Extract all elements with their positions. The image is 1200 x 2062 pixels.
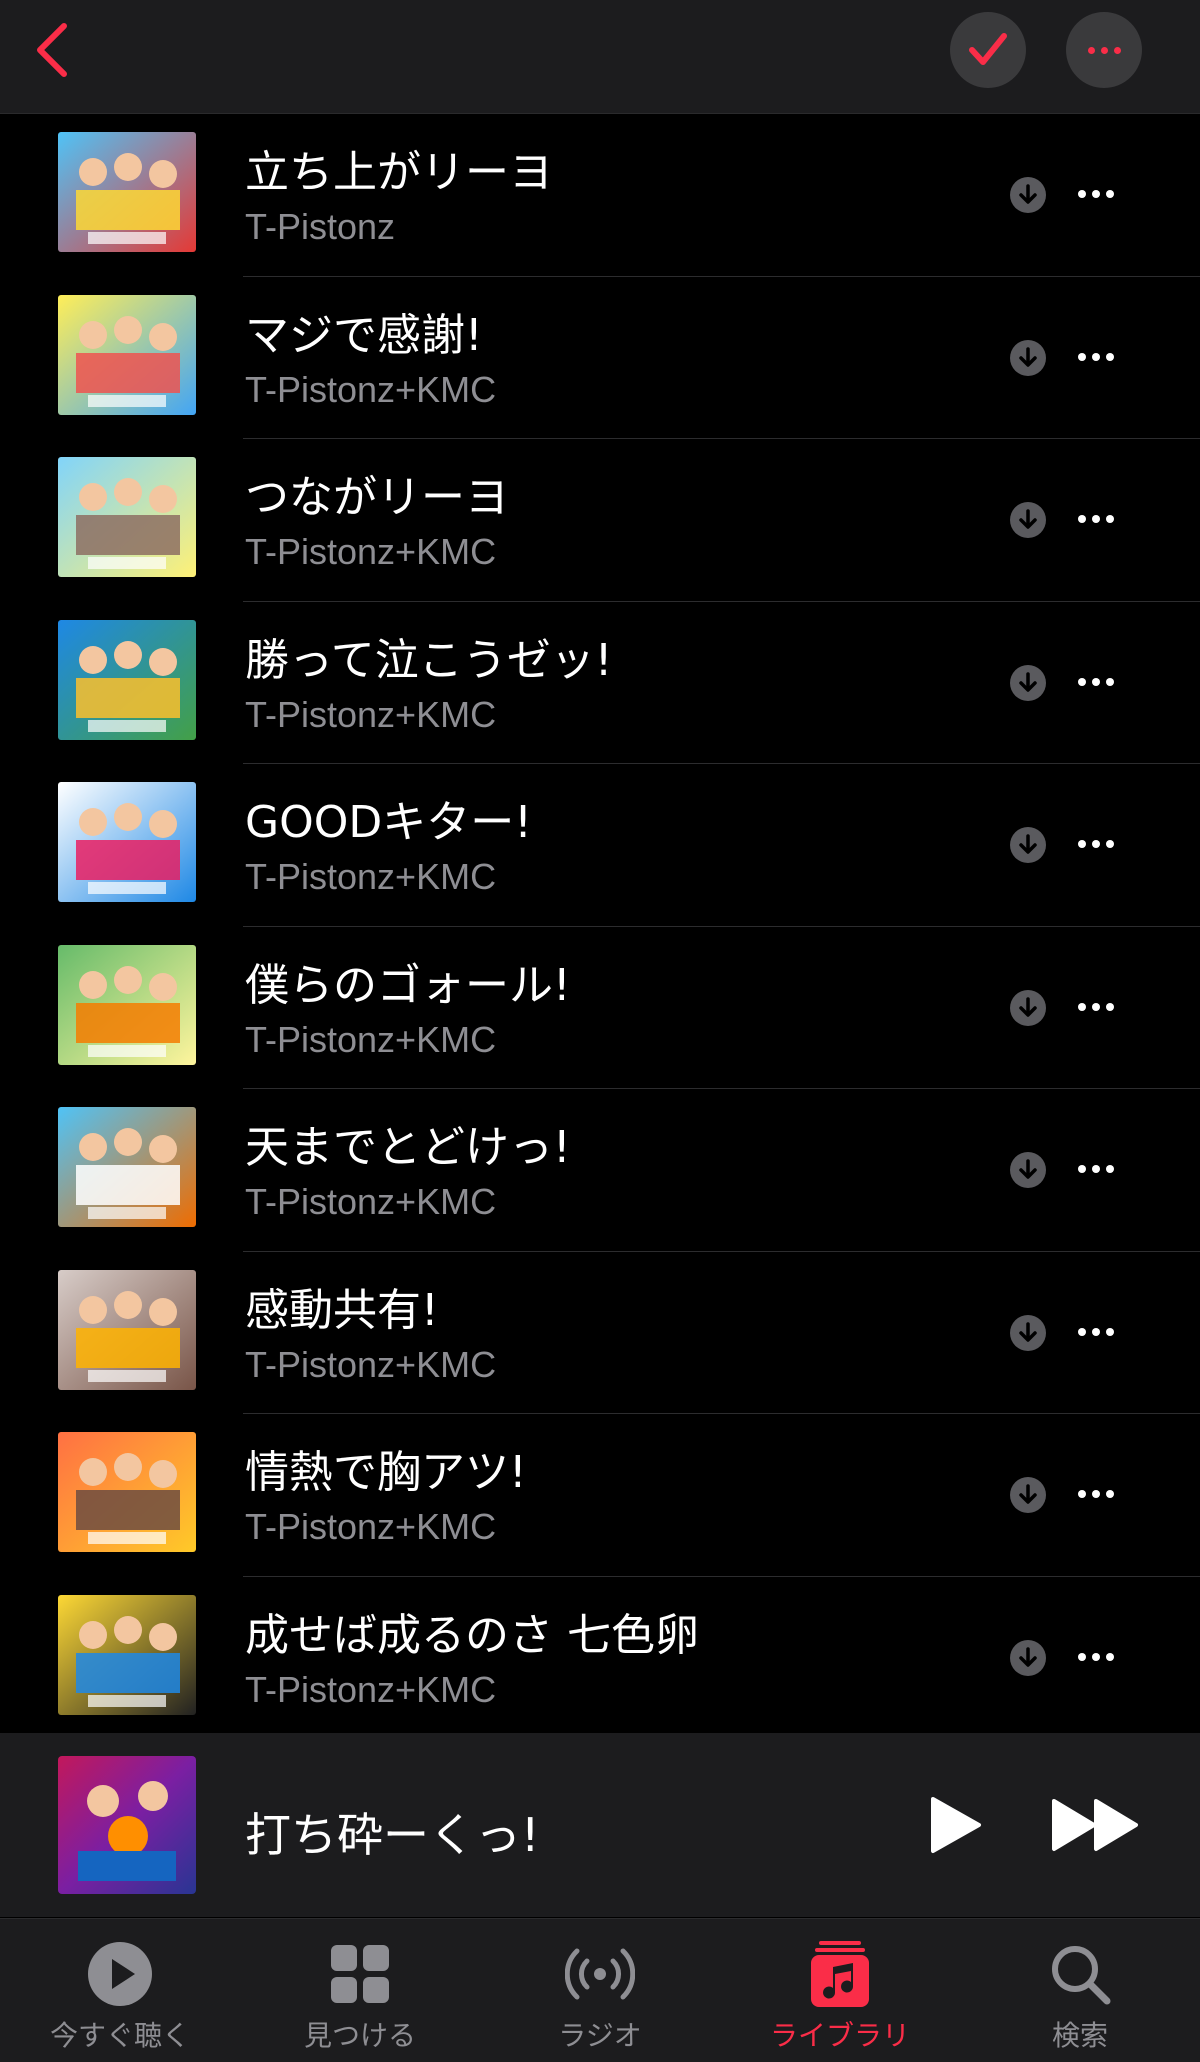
song-artist: T-Pistonz+KMC [245, 1018, 497, 1060]
mini-player[interactable]: 打ち砕ーくっ! [0, 1733, 1200, 1917]
tab-browse[interactable]: 見つける [240, 1919, 480, 2062]
select-button[interactable] [950, 12, 1026, 88]
tab-radio[interactable]: ラジオ [480, 1919, 720, 2062]
back-button[interactable] [30, 18, 80, 82]
song-artist: T-Pistonz [245, 206, 396, 247]
song-more-button[interactable] [1078, 1165, 1114, 1173]
song-more-button[interactable] [1078, 190, 1114, 198]
album-artwork [58, 619, 196, 740]
album-artwork [58, 132, 196, 252]
song-more-button[interactable] [1078, 840, 1114, 848]
download-icon[interactable] [1010, 827, 1046, 863]
search-icon [1045, 1939, 1115, 2009]
tab-label: ラジオ [558, 2019, 642, 2052]
tab-listen-now[interactable]: 今すぐ聴く [0, 1919, 240, 2062]
tab-bar: 今すぐ聴く 見つける ラジオ ライブラリ 検索 [0, 1918, 1200, 2062]
music-library-icon [805, 1939, 875, 2009]
now-playing-artwork [58, 1756, 196, 1894]
download-icon[interactable] [1010, 1152, 1046, 1188]
song-more-button[interactable] [1078, 352, 1114, 361]
song-row[interactable]: 立ち上がリーヨ T-Pistonz [0, 114, 1200, 277]
song-artist: T-Pistonz+KMC [245, 693, 497, 735]
song-row[interactable]: 感動共有! T-Pistonz+KMC [0, 1252, 1200, 1414]
radio-waves-icon [564, 1939, 636, 2009]
fast-forward-icon [1052, 1799, 1138, 1851]
nav-header [0, 0, 1200, 114]
song-artist: T-Pistonz+KMC [245, 531, 497, 572]
album-artwork [58, 1432, 196, 1552]
song-artist: T-Pistonz+KMC [245, 1506, 497, 1547]
more-options-button[interactable] [1066, 12, 1142, 88]
download-icon[interactable] [1010, 177, 1046, 213]
album-artwork [58, 944, 196, 1065]
now-playing-title: 打ち砕ーくっ! [245, 1808, 540, 1862]
song-row[interactable]: つながリーヨ T-Pistonz+KMC [0, 439, 1200, 602]
download-icon[interactable] [1010, 664, 1046, 701]
song-row[interactable]: 天までとどけっ! T-Pistonz+KMC [0, 1089, 1200, 1252]
song-more-button[interactable] [1078, 1327, 1114, 1336]
album-artwork [58, 782, 196, 902]
song-row[interactable]: 成せば成るのさ 七色卵 T-Pistonz+KMC [0, 1577, 1200, 1739]
song-title: つながリーヨ [245, 472, 509, 523]
download-icon[interactable] [1010, 502, 1046, 538]
song-title: 成せば成るのさ 七色卵 [245, 1609, 699, 1661]
tab-label: 見つける [303, 2019, 416, 2052]
play-circle-icon [85, 1939, 155, 2009]
album-artwork [58, 294, 196, 415]
tab-library[interactable]: ライブラリ [720, 1919, 960, 2062]
song-row[interactable]: 勝って泣こうゼッ! T-Pistonz+KMC [0, 602, 1200, 764]
tab-search[interactable]: 検索 [960, 1919, 1200, 2062]
fast-forward-button[interactable] [1050, 1795, 1142, 1855]
song-more-button[interactable] [1078, 1002, 1114, 1011]
song-title: マジで感謝! [245, 309, 483, 361]
song-artist: T-Pistonz+KMC [245, 1668, 497, 1710]
download-icon[interactable] [1010, 339, 1046, 376]
album-artwork [58, 1269, 196, 1390]
song-title: 感動共有! [245, 1284, 439, 1336]
song-title: 天までとどけっ! [245, 1122, 571, 1173]
song-title: GOODキター! [245, 797, 532, 848]
tab-label: 今すぐ聴く [49, 2019, 190, 2052]
song-row[interactable]: GOODキター! T-Pistonz+KMC [0, 764, 1200, 927]
song-artist: T-Pistonz+KMC [245, 368, 497, 410]
album-artwork [58, 1594, 196, 1715]
play-icon [931, 1797, 981, 1853]
song-more-button[interactable] [1078, 1490, 1114, 1498]
download-icon[interactable] [1010, 1639, 1046, 1676]
song-artist: T-Pistonz+KMC [245, 856, 497, 897]
download-icon[interactable] [1010, 1314, 1046, 1351]
song-row[interactable]: 情熱で胸アツ! T-Pistonz+KMC [0, 1414, 1200, 1577]
grid-icon [325, 1939, 395, 2009]
song-title: 僕らのゴォール! [245, 959, 571, 1011]
album-artwork [58, 457, 196, 577]
song-title: 勝って泣こうゼッ! [245, 634, 613, 686]
album-artwork [58, 1107, 196, 1227]
song-title: 情熱で胸アツ! [245, 1447, 527, 1498]
ellipsis-icon [1087, 46, 1121, 54]
song-more-button[interactable] [1078, 677, 1114, 686]
song-more-button[interactable] [1078, 1652, 1114, 1661]
checkmark-icon [969, 33, 1007, 65]
tab-label: 検索 [1051, 2019, 1108, 2052]
chevron-left-icon [37, 23, 67, 77]
song-more-button[interactable] [1078, 515, 1114, 523]
song-row[interactable]: マジで感謝! T-Pistonz+KMC [0, 277, 1200, 439]
tab-label: ライブラリ [769, 2019, 910, 2052]
song-row[interactable]: 僕らのゴォール! T-Pistonz+KMC [0, 927, 1200, 1089]
song-title: 立ち上がリーヨ [245, 147, 553, 198]
download-icon[interactable] [1010, 989, 1046, 1026]
play-button[interactable] [925, 1793, 985, 1857]
song-artist: T-Pistonz+KMC [245, 1343, 497, 1385]
song-artist: T-Pistonz+KMC [245, 1181, 497, 1222]
song-list: 立ち上がリーヨ T-Pistonz マジで感謝! T-Pistonz+KMC つ… [0, 114, 1200, 1739]
download-icon[interactable] [1010, 1477, 1046, 1513]
